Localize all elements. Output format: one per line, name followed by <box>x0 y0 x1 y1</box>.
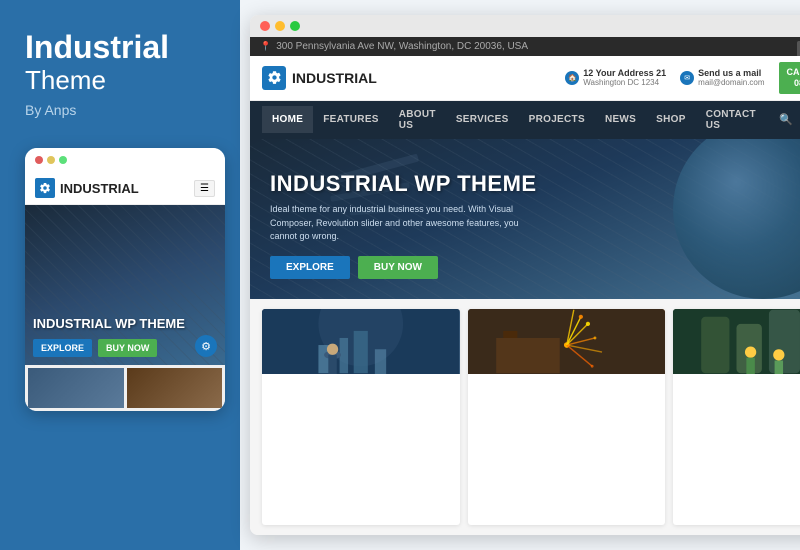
nav-item-contact[interactable]: CONTACT US <box>696 101 766 139</box>
contact-address-text: 12 Your Address 21 Washington DC 1234 <box>583 68 666 87</box>
site-content-grid <box>250 299 800 535</box>
address-bar: 📍 300 Pennsylvania Ave NW, Washington, D… <box>250 37 800 56</box>
nav-item-projects[interactable]: PROJECTS <box>519 106 595 133</box>
right-panel: 📍 300 Pennsylvania Ave NW, Washington, D… <box>240 0 800 550</box>
nav-search-icon[interactable]: 🔍 <box>771 105 800 134</box>
mobile-hero-content: INDUSTRIAL WP THEME EXPLORE BUY NOW <box>25 308 225 366</box>
browser-dot-yellow <box>275 21 285 31</box>
site-hero: INDUSTRIAL WP THEME Ideal theme for any … <box>250 139 800 299</box>
browser-dot-green <box>290 21 300 31</box>
mobile-nav: INDUSTRIAL ☰ <box>25 172 225 205</box>
contact-mail-label: Send us a mail <box>698 68 764 78</box>
title-text: Industrial <box>25 30 220 65</box>
location-icon: 📍 <box>260 41 271 52</box>
mobile-dot-red <box>35 156 43 164</box>
contact-address-label: 12 Your Address 21 <box>583 68 666 78</box>
browser-content: 📍 300 Pennsylvania Ave NW, Washington, D… <box>250 37 800 535</box>
hero-description: Ideal theme for any industrial business … <box>270 203 530 244</box>
subtitle-text: Theme <box>25 65 220 96</box>
nav-item-about[interactable]: ABOUT US <box>389 101 446 139</box>
site-logo: INDUSTRIAL <box>262 66 377 90</box>
browser-dot-red <box>260 21 270 31</box>
social-bar: t f in ◉ <box>797 41 800 57</box>
call-number: 080 - 886 - 357 <box>787 78 800 89</box>
left-panel: Industrial Theme By Anps INDUSTRIAL ☰ <box>0 0 240 550</box>
contact-mail-sub: mail@domain.com <box>698 78 764 87</box>
nav-item-features[interactable]: FEATURES <box>313 106 389 133</box>
card-image-3 <box>673 309 800 374</box>
mobile-dot-yellow <box>47 156 55 164</box>
hero-buttons: EXPLORE BUY NOW <box>270 256 537 279</box>
mobile-hero-title: INDUSTRIAL WP THEME <box>33 316 217 332</box>
card-img-inner-1 <box>262 309 460 374</box>
explore-button[interactable]: EXPLORE <box>270 256 350 279</box>
mobile-titlebar <box>25 148 225 172</box>
hero-title: INDUSTRIAL WP THEME <box>270 171 537 197</box>
content-card-3 <box>673 309 800 525</box>
hero-content: INDUSTRIAL WP THEME Ideal theme for any … <box>270 171 537 279</box>
mobile-dot-green <box>59 156 67 164</box>
buy-now-button[interactable]: BUY NOW <box>358 256 438 279</box>
card-img-inner-2 <box>468 309 666 374</box>
site-nav: HOME FEATURES ABOUT US SERVICES PROJECTS… <box>250 101 800 139</box>
logo-text: INDUSTRIAL <box>292 70 377 86</box>
by-text: By Anps <box>25 102 220 118</box>
browser-window: 📍 300 Pennsylvania Ave NW, Washington, D… <box>250 15 800 535</box>
mobile-grid-item-1 <box>28 368 124 408</box>
hero-globe-shape <box>673 139 800 299</box>
contact-info: 🏠 12 Your Address 21 Washington DC 1234 … <box>565 62 800 94</box>
contact-address-item: 🏠 12 Your Address 21 Washington DC 1234 <box>565 68 666 87</box>
card-img-inner-3 <box>673 309 800 374</box>
site-header: INDUSTRIAL 🏠 12 Your Address 21 Washingt… <box>250 56 800 101</box>
nav-item-shop[interactable]: SHOP <box>646 106 696 133</box>
nav-item-home[interactable]: HOME <box>262 106 313 133</box>
mobile-logo-text: INDUSTRIAL <box>60 181 139 196</box>
theme-title: Industrial Theme By Anps <box>25 30 220 138</box>
card-image-2 <box>468 309 666 374</box>
card-image-1 <box>262 309 460 374</box>
content-card-2 <box>468 309 666 525</box>
mobile-hamburger-button[interactable]: ☰ <box>194 180 215 197</box>
call-label: CALL TOLL FREE <box>787 67 800 78</box>
contact-mail-text: Send us a mail mail@domain.com <box>698 68 764 87</box>
mobile-gear-icon <box>35 178 55 198</box>
call-button[interactable]: CALL TOLL FREE 080 - 886 - 357 <box>779 62 800 94</box>
mobile-mockup: INDUSTRIAL ☰ INDUSTRIAL WP THEME EXPLORE… <box>25 148 225 411</box>
mail-icon: ✉ <box>680 71 694 85</box>
mobile-grid-item-2 <box>127 368 223 408</box>
logo-gear-icon <box>262 66 286 90</box>
mobile-explore-button[interactable]: EXPLORE <box>33 339 92 357</box>
contact-mail-item: ✉ Send us a mail mail@domain.com <box>680 68 764 87</box>
nav-item-news[interactable]: NEWS <box>595 106 646 133</box>
mobile-logo: INDUSTRIAL <box>35 178 139 198</box>
mobile-content-grid <box>25 365 225 411</box>
mobile-hero-buttons: EXPLORE BUY NOW <box>33 339 217 357</box>
content-card-1 <box>262 309 460 525</box>
mobile-hero: INDUSTRIAL WP THEME EXPLORE BUY NOW ⚙ <box>25 205 225 365</box>
browser-titlebar <box>250 15 800 37</box>
mobile-buy-button[interactable]: BUY NOW <box>98 339 157 357</box>
twitter-icon[interactable]: t <box>797 41 800 57</box>
contact-address-sub: Washington DC 1234 <box>583 78 666 87</box>
nav-item-services[interactable]: SERVICES <box>446 106 519 133</box>
address-text: 300 Pennsylvania Ave NW, Washington, DC … <box>276 41 528 52</box>
home-icon: 🏠 <box>565 71 579 85</box>
